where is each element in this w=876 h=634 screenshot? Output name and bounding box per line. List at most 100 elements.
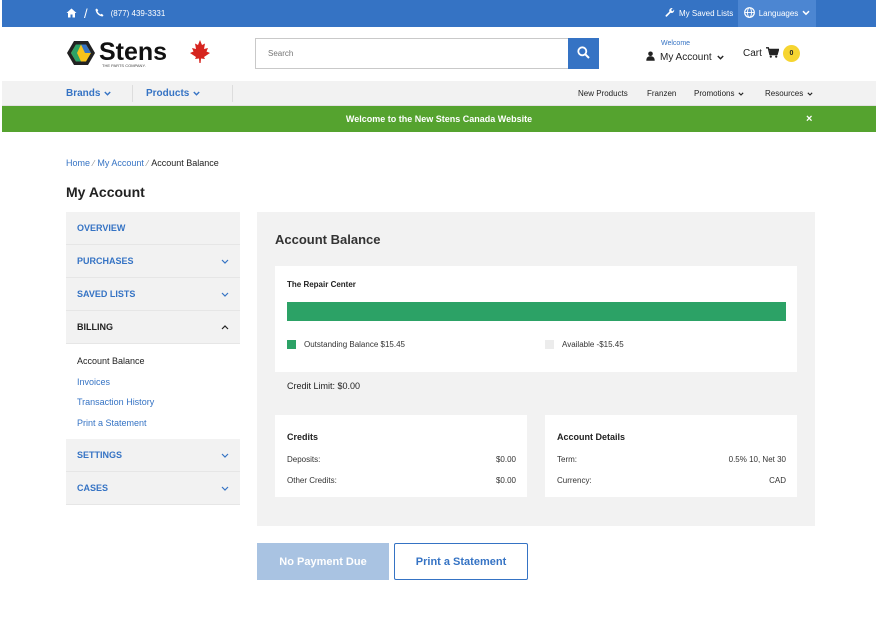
search-input[interactable] [255,38,568,69]
no-payment-due-button[interactable]: No Payment Due [257,543,389,580]
main-nav: Brands Products New Products Franzen Pro… [2,81,876,106]
sidebar-item-overview[interactable]: OVERVIEW [66,212,240,245]
breadcrumb: Home ⁄ My Account ⁄ Account Balance [66,158,219,168]
legend-available: Available -$15.45 [545,340,624,349]
saved-lists-link[interactable]: My Saved Lists [665,0,733,27]
print-statement-button[interactable]: Print a Statement [394,543,528,580]
details-row-value: CAD [769,476,786,485]
cart-button[interactable]: Cart 0 [743,45,800,62]
top-bar-divider: / [84,6,88,21]
credits-row-deposits: Deposits: $0.00 [287,455,516,464]
chevron-down-icon [717,52,724,63]
nav-new-products[interactable]: New Products [578,81,628,106]
wrench-icon [665,7,675,20]
credits-row-label: Deposits: [287,455,321,464]
balance-bar [287,302,786,321]
nav-new-products-label: New Products [578,89,628,98]
account-details-card: Account Details Term: 0.5% 10, Net 30 Cu… [545,415,797,497]
nav-promotions[interactable]: Promotions [694,81,745,106]
languages-dropdown[interactable]: Languages [738,0,816,27]
sidebar-subitem-invoices[interactable]: Invoices [77,374,229,395]
search-icon [577,45,590,62]
sidebar-item-label: OVERVIEW [77,223,126,233]
phone-icon [95,8,104,19]
account-details-title: Account Details [557,432,626,442]
chevron-down-icon [221,483,229,493]
balance-card: The Repair Center Outstanding Balance $1… [275,266,797,372]
top-bar: / (877) 439-3331 My Saved Lists Language… [2,0,876,27]
balance-bar-fill [287,302,786,321]
user-icon [646,51,655,64]
nav-franzen[interactable]: Franzen [647,81,676,106]
panel-title: Account Balance [275,232,381,247]
sidebar-item-label: SETTINGS [77,450,123,461]
nav-brands[interactable]: Brands [66,81,112,106]
saved-lists-label: My Saved Lists [679,9,734,18]
welcome-label: Welcome [661,40,691,47]
sidebar-item-cases[interactable]: CASES [66,472,240,506]
search-button[interactable] [568,38,599,69]
breadcrumb-divider: ⁄ [146,158,149,168]
page-title: My Account [66,184,145,200]
nav-products-label: Products [146,88,190,99]
details-row-label: Currency: [557,476,592,485]
nav-divider [132,85,133,102]
legend-swatch-outstanding [287,340,296,349]
chevron-down-icon [193,88,201,99]
sidebar-item-label: CASES [77,483,109,494]
credits-card: Credits Deposits: $0.00 Other Credits: $… [275,415,527,497]
account-menu[interactable]: Welcome My Account [646,40,730,68]
globe-icon [743,7,755,20]
nav-franzen-label: Franzen [647,89,677,98]
sidebar-subitem-print-statement[interactable]: Print a Statement [77,415,229,436]
stens-logo[interactable]: Stens THE PARTS COMPANY. [66,36,212,70]
logo-wordmark: Stens [99,38,167,66]
sidebar-subitem-account-balance[interactable]: Account Balance [77,353,229,374]
chevron-down-icon [221,450,229,460]
nav-divider [232,85,233,102]
chevron-down-icon [221,256,229,266]
details-row-term: Term: 0.5% 10, Net 30 [557,455,786,464]
phone-number[interactable]: (877) 439-3331 [111,9,166,18]
sidebar-item-settings[interactable]: SETTINGS [66,439,240,473]
breadcrumb-current: Account Balance [151,158,219,168]
credits-title: Credits [287,432,319,442]
banner-message: Welcome to the New Stens Canada Website [345,114,533,124]
banner-close-icon[interactable]: × [806,106,812,132]
legend-label-available: Available -$15.45 [562,340,624,349]
chevron-down-icon [221,289,229,299]
sidebar-item-purchases[interactable]: PURCHASES [66,245,240,278]
nav-resources-label: Resources [765,89,804,98]
legend-label-outstanding: Outstanding Balance $15.45 [304,340,405,349]
sidebar-item-label: BILLING [77,322,113,332]
chevron-down-icon [802,9,810,18]
sidebar-subitem-transaction-history[interactable]: Transaction History [77,394,229,415]
legend-outstanding: Outstanding Balance $15.45 [287,340,405,349]
top-bar-left: / (877) 439-3331 [66,0,165,27]
nav-resources[interactable]: Resources [765,81,813,106]
credits-row-label: Other Credits: [287,476,337,485]
languages-label: Languages [758,9,799,18]
announcement-banner: Welcome to the New Stens Canada Website … [2,106,876,132]
cart-icon [765,46,780,61]
account-toggle[interactable]: My Account [646,51,724,64]
credit-limit: Credit Limit: $0.00 [287,381,361,391]
legend-swatch-available [545,340,554,349]
nav-products[interactable]: Products [146,81,201,106]
credits-row-other: Other Credits: $0.00 [287,476,516,485]
breadcrumb-home[interactable]: Home [66,158,90,168]
sidebar-item-saved-lists[interactable]: SAVED LISTS [66,278,240,311]
sidebar-item-label: PURCHASES [77,256,134,266]
chevron-down-icon [738,89,745,98]
account-sidebar: OVERVIEW PURCHASES SAVED LISTS BILLING A… [66,212,240,506]
breadcrumb-my-account[interactable]: My Account [97,158,144,168]
sidebar-item-billing[interactable]: BILLING [66,311,240,344]
logo-tagline: THE PARTS COMPANY. [102,63,146,68]
cart-count-badge: 0 [782,45,800,62]
billing-submenu: Account Balance Invoices Transaction His… [66,344,240,439]
search-bar [255,38,599,69]
home-icon[interactable] [66,8,77,20]
nav-promotions-label: Promotions [694,89,735,98]
chevron-down-icon [807,89,813,98]
credits-row-value: $0.00 [495,476,516,485]
